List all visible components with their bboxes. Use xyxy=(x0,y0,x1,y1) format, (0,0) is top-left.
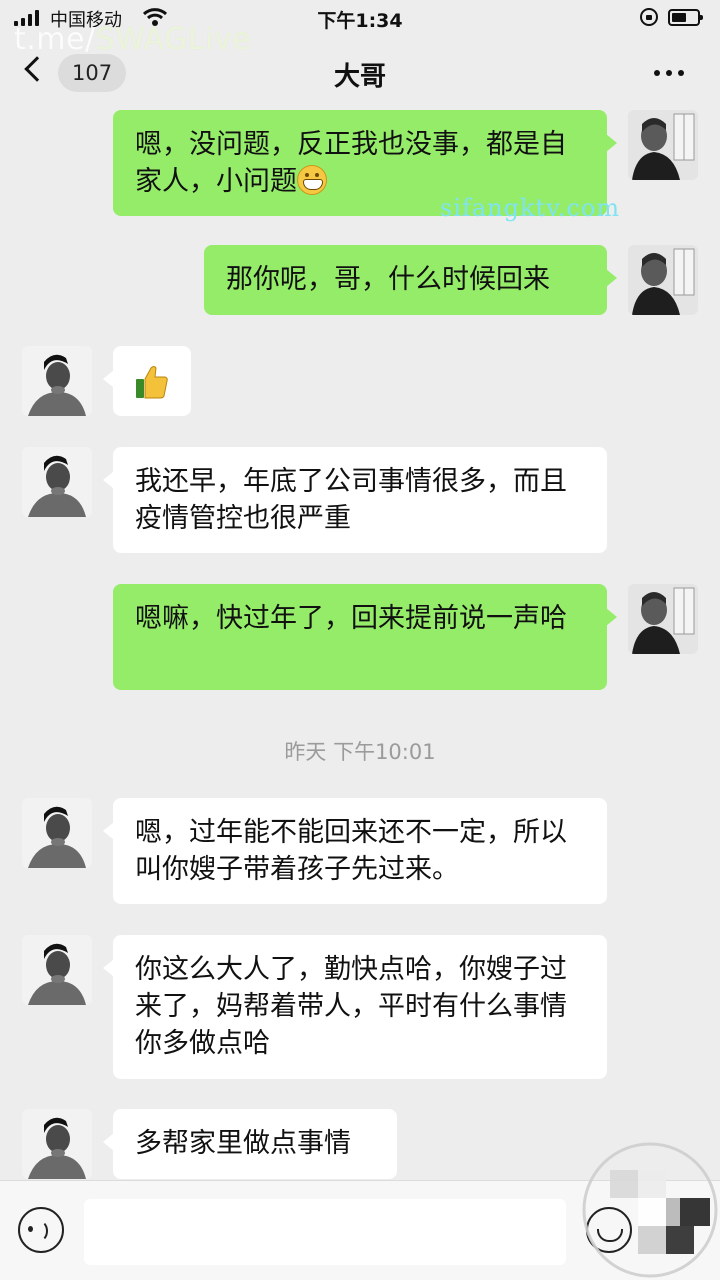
message-bubble-incoming[interactable]: 你这么大人了，勤快点哈，你嫂子过来了，妈帮着带人，平时有什么事情你多做点哈 xyxy=(103,935,607,1079)
chat-title: 大哥 xyxy=(333,62,386,92)
message-input[interactable] xyxy=(84,1199,566,1265)
rotation-lock-icon xyxy=(640,8,658,26)
self-avatar[interactable] xyxy=(628,245,698,315)
message-bubble-outgoing[interactable]: 那你呢，哥，什么时候回来 xyxy=(204,245,617,315)
contact-avatar[interactable] xyxy=(22,1109,92,1179)
chat-header: 107 大哥 xyxy=(0,40,720,110)
message-bubble-outgoing[interactable]: 嗯嘛，快过年了，回来提前说一声哈 xyxy=(113,584,617,690)
contact-avatar[interactable] xyxy=(22,346,92,416)
time-divider: 昨天 下午10:01 xyxy=(284,740,436,764)
mosaic-watermark xyxy=(582,1142,718,1278)
self-avatar[interactable] xyxy=(628,110,698,180)
message-bubble-incoming[interactable]: 嗯，过年能不能回来还不一定，所以叫你嫂子带着孩子先过来。 xyxy=(103,798,607,904)
message-bubble-incoming[interactable] xyxy=(103,346,191,416)
message-bubble-incoming[interactable]: 多帮家里做点事情 xyxy=(103,1109,397,1179)
message-bubble-incoming[interactable]: 我还早，年底了公司事情很多，而且疫情管控也很严重 xyxy=(103,447,607,553)
grinning-face-emoji-icon xyxy=(297,165,327,195)
battery-icon xyxy=(668,9,703,26)
watermark-site: sifangktv.com xyxy=(440,194,621,222)
self-avatar[interactable] xyxy=(628,584,698,654)
voice-input-icon[interactable] xyxy=(18,1207,64,1253)
thumbs-up-emoji-icon xyxy=(136,366,168,399)
more-options-icon[interactable] xyxy=(654,70,684,76)
contact-avatar[interactable] xyxy=(22,935,92,1005)
contact-avatar[interactable] xyxy=(22,447,92,517)
contact-avatar[interactable] xyxy=(22,798,92,868)
